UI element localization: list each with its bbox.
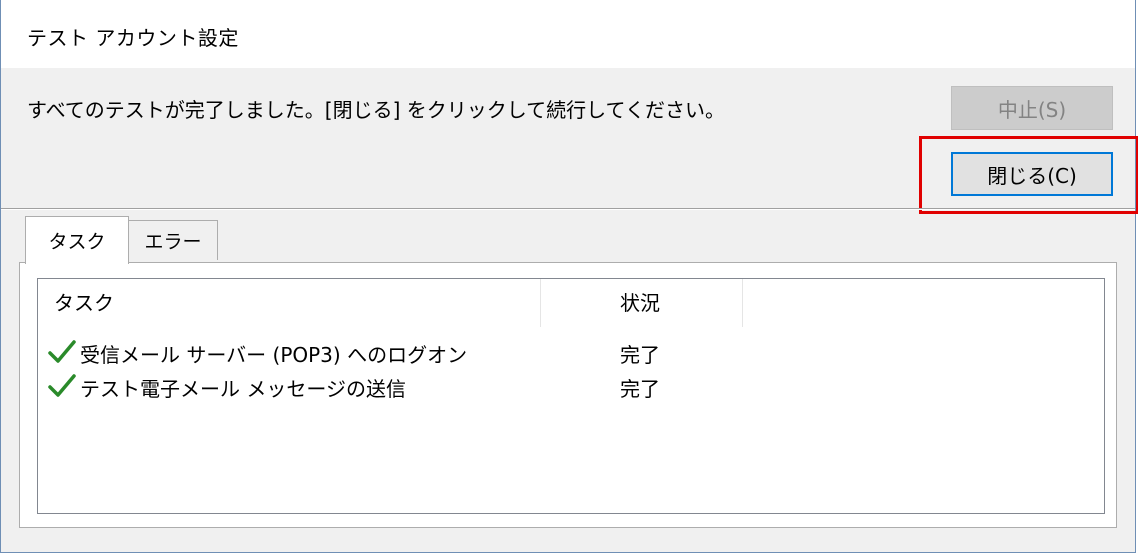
status-message: すべてのテストが完了しました。[閉じる] をクリックして続行してください。 xyxy=(27,98,725,122)
list-header: タスク 状況 xyxy=(38,279,1104,327)
task-name: テスト電子メール メッセージの送信 xyxy=(80,377,406,401)
list-item: 受信メール サーバー (POP3) へのログオン 完了 xyxy=(38,337,1104,371)
tab-tasks[interactable]: タスク xyxy=(25,216,129,264)
task-status: 完了 xyxy=(620,377,660,401)
column-divider[interactable] xyxy=(742,279,743,327)
window-title: テスト アカウント設定 xyxy=(27,26,239,50)
task-name: 受信メール サーバー (POP3) へのログオン xyxy=(80,343,468,367)
stop-button[interactable]: 中止(S) xyxy=(951,86,1113,130)
test-account-settings-dialog: テスト アカウント設定 すべてのテストが完了しました。[閉じる] をクリックして… xyxy=(0,0,1138,553)
tab-errors[interactable]: エラー xyxy=(128,220,218,260)
separator xyxy=(1,208,1135,210)
checkmark-icon xyxy=(48,340,76,363)
column-header-task[interactable]: タスク xyxy=(54,287,114,316)
column-divider[interactable] xyxy=(540,279,541,327)
task-list[interactable]: タスク 状況 受信メール サーバー (POP3) へのログオン 完了 テスト電子… xyxy=(37,278,1105,514)
task-status: 完了 xyxy=(620,343,660,367)
title-bar: テスト アカウント設定 xyxy=(1,0,1135,68)
checkmark-icon xyxy=(48,374,76,397)
list-item: テスト電子メール メッセージの送信 完了 xyxy=(38,371,1104,405)
column-header-status[interactable]: 状況 xyxy=(620,287,660,316)
close-button[interactable]: 閉じる(C) xyxy=(951,152,1113,196)
